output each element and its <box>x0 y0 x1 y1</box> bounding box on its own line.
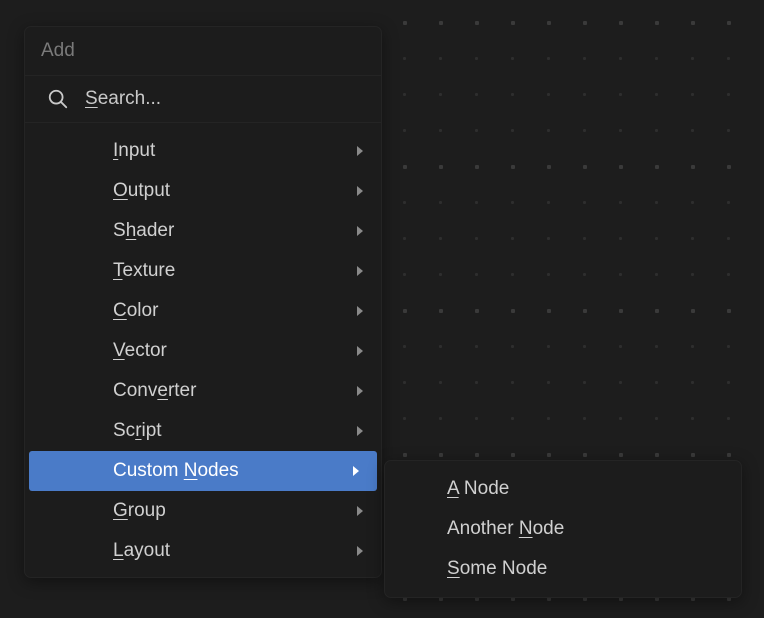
chevron-right-icon <box>351 465 361 477</box>
submenu-item-some-node[interactable]: Some Node <box>385 549 741 589</box>
panel-title: Add <box>25 27 381 76</box>
menu-item-label: Custom Nodes <box>113 460 239 482</box>
chevron-right-icon <box>355 265 365 277</box>
search-icon <box>47 88 69 110</box>
menu-item-custom-nodes[interactable]: Custom Nodes <box>29 451 377 491</box>
menu-item-script[interactable]: Script <box>25 411 381 451</box>
menu-item-vector[interactable]: Vector <box>25 331 381 371</box>
chevron-right-icon <box>355 345 365 357</box>
chevron-right-icon <box>355 385 365 397</box>
menu-item-label: Script <box>113 420 162 442</box>
chevron-right-icon <box>355 425 365 437</box>
submenu-item-another-node[interactable]: Another Node <box>385 509 741 549</box>
chevron-right-icon <box>355 145 365 157</box>
custom-nodes-submenu: A Node Another Node Some Node <box>384 460 742 598</box>
menu-item-label: Group <box>113 500 166 522</box>
menu-item-label: Texture <box>113 260 175 282</box>
chevron-right-icon <box>355 505 365 517</box>
menu-list: Input Output Shader Texture Color Vector Conve… <box>25 123 381 577</box>
add-menu-panel: Add Search... Input Output Shader Texture Co… <box>24 26 382 578</box>
menu-item-label: Vector <box>113 340 167 362</box>
chevron-right-icon <box>355 545 365 557</box>
chevron-right-icon <box>355 305 365 317</box>
menu-item-label: Shader <box>113 220 174 242</box>
menu-item-output[interactable]: Output <box>25 171 381 211</box>
menu-item-layout[interactable]: Layout <box>25 531 381 571</box>
menu-item-label: Input <box>113 140 155 162</box>
submenu-item-label: A Node <box>447 478 509 500</box>
menu-item-color[interactable]: Color <box>25 291 381 331</box>
menu-item-label: Output <box>113 180 170 202</box>
submenu-item-label: Some Node <box>447 558 547 580</box>
menu-item-label: Converter <box>113 380 196 402</box>
menu-item-input[interactable]: Input <box>25 131 381 171</box>
chevron-right-icon <box>355 185 365 197</box>
menu-item-converter[interactable]: Converter <box>25 371 381 411</box>
search-row[interactable]: Search... <box>25 76 381 123</box>
submenu-item-a-node[interactable]: A Node <box>385 469 741 509</box>
menu-item-label: Layout <box>113 540 170 562</box>
chevron-right-icon <box>355 225 365 237</box>
menu-item-texture[interactable]: Texture <box>25 251 381 291</box>
search-placeholder: Search... <box>85 88 161 110</box>
menu-item-shader[interactable]: Shader <box>25 211 381 251</box>
menu-item-label: Color <box>113 300 158 322</box>
menu-item-group[interactable]: Group <box>25 491 381 531</box>
submenu-item-label: Another Node <box>447 518 564 540</box>
